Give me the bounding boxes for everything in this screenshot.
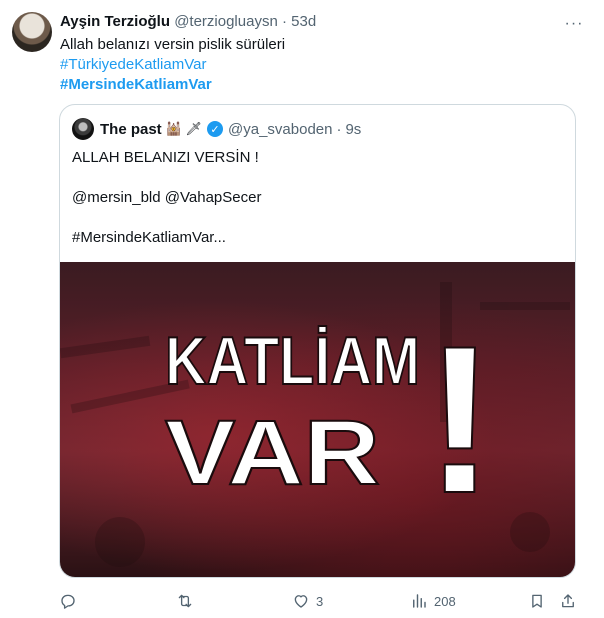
author-handle[interactable]: @terziogluaysn bbox=[174, 13, 278, 30]
views-button[interactable]: 208 bbox=[410, 588, 456, 614]
quoted-author-emoji: 🕍 🗡 bbox=[165, 121, 202, 136]
author-name[interactable]: Ayşin Terzioğlu bbox=[60, 13, 170, 30]
heart-icon bbox=[294, 595, 308, 608]
bookmark-icon bbox=[532, 594, 542, 608]
retweet-icon bbox=[178, 594, 192, 608]
quoted-author-name[interactable]: The past bbox=[100, 121, 162, 138]
quoted-tweet-time[interactable]: 9s bbox=[345, 121, 361, 138]
retweet-button[interactable] bbox=[176, 588, 200, 614]
quoted-tweet-header: The past 🕍 🗡 ✓ @ya_svaboden · 9s bbox=[72, 118, 361, 140]
separator-dot: · bbox=[336, 120, 342, 138]
separator-dot: · bbox=[281, 13, 287, 30]
like-button[interactable]: 3 bbox=[292, 588, 323, 614]
more-options-glyph: ··· bbox=[564, 15, 584, 32]
quoted-line-3: #MersindeKatliamVar... bbox=[72, 229, 226, 246]
quoted-media-image[interactable]: KATLİAM VAR ! bbox=[60, 262, 575, 577]
quoted-line-2: @mersin_bld @VahapSecer bbox=[72, 189, 262, 206]
hashtag-turkiyede[interactable]: #TürkiyedeKatliamVar bbox=[60, 55, 285, 75]
quoted-avatar[interactable] bbox=[72, 118, 94, 140]
views-count: 208 bbox=[434, 593, 456, 609]
views-chart-icon bbox=[413, 594, 426, 608]
share-icon bbox=[562, 594, 574, 608]
quoted-tweet-text: ALLAH BELANIZI VERSİN ! @mersin_bld @Vah… bbox=[72, 148, 261, 248]
tweet-actions: 3 208 bbox=[0, 588, 604, 614]
like-count: 3 bbox=[316, 593, 324, 609]
tweet-header: Ayşin Terzioğlu @terziogluaysn · 53d bbox=[60, 12, 316, 32]
reply-button[interactable] bbox=[59, 588, 83, 614]
avatar[interactable] bbox=[12, 12, 52, 52]
image-exclamation: ! bbox=[425, 302, 495, 537]
reply-icon bbox=[61, 594, 75, 609]
bookmark-button[interactable] bbox=[528, 588, 546, 614]
quoted-line-1: ALLAH BELANIZI VERSİN ! bbox=[72, 149, 259, 166]
more-options-icon[interactable]: ··· bbox=[564, 14, 584, 34]
media-graphic: KATLİAM VAR ! bbox=[60, 282, 570, 567]
image-text-var: VAR bbox=[165, 402, 380, 504]
share-button[interactable] bbox=[559, 588, 577, 614]
verified-badge-icon: ✓ bbox=[207, 121, 223, 137]
quoted-tweet[interactable]: The past 🕍 🗡 ✓ @ya_svaboden · 9s ALLAH B… bbox=[59, 104, 576, 578]
tweet-text-line: Allah belanızı versin pislik sürüleri bbox=[60, 36, 286, 53]
hashtag-mersinde[interactable]: #MersindeKatliamVar bbox=[60, 75, 285, 95]
image-text-katliam: KATLİAM bbox=[165, 323, 420, 399]
tweet-time[interactable]: 53d bbox=[291, 13, 316, 30]
quoted-author-handle[interactable]: @ya_svaboden bbox=[228, 121, 332, 138]
tweet-text: Allah belanızı versin pislik sürüleri #T… bbox=[60, 35, 285, 95]
